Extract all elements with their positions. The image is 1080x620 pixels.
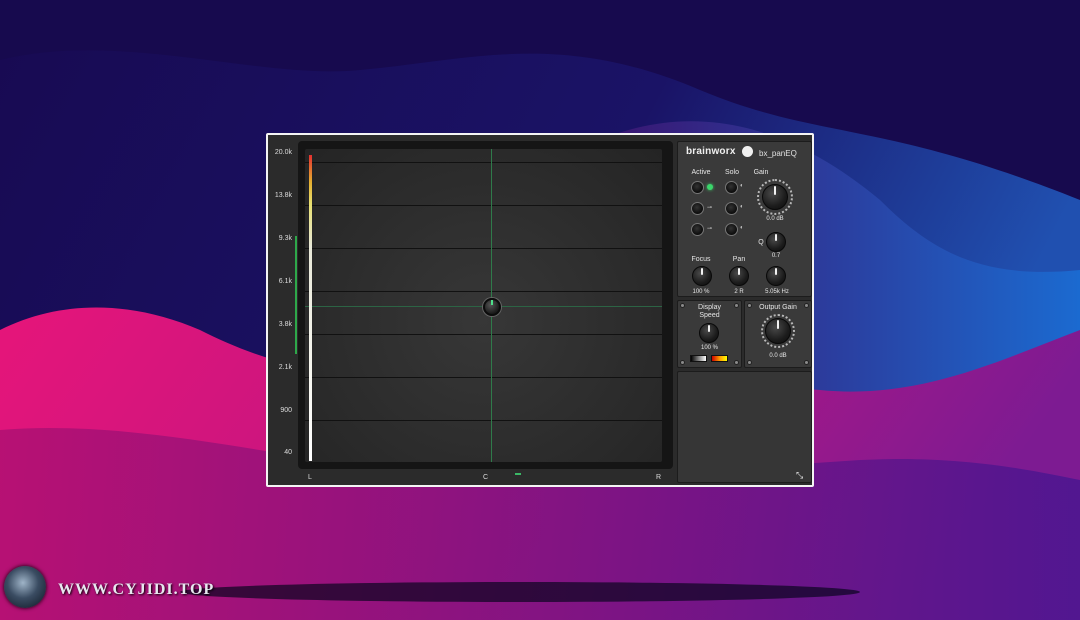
screw (734, 360, 739, 365)
link-icon: ⊸ (707, 226, 713, 232)
active-label: Active (691, 169, 711, 176)
plugin-window: 20.0k 13.8k 9.3k 6.1k 3.8k 2.1k 900 40 L… (266, 133, 814, 487)
q-label: Q (758, 239, 764, 246)
headphone-icon: ◐ (740, 204, 744, 210)
pan-label-left: L (308, 474, 312, 481)
display-speed-value: 100 % (700, 345, 718, 351)
grid-line (305, 162, 662, 163)
band-controls-panel: brainworx bx_panEQ Active Solo Gain ⊸ ⊸ … (677, 141, 812, 297)
focus-label: Focus (691, 256, 711, 263)
headphone-icon: ◐ (740, 225, 744, 231)
screw (747, 360, 752, 365)
grid-line (305, 291, 662, 292)
active-led (707, 184, 713, 190)
eq-field[interactable] (305, 149, 662, 462)
gain-knob[interactable] (762, 184, 788, 210)
output-gain-panel: Output Gain 0.0 dB (744, 300, 812, 368)
band1-solo-button[interactable] (725, 181, 738, 194)
band1-active-button[interactable] (691, 181, 704, 194)
frequency-knob[interactable] (766, 266, 786, 286)
q-knob[interactable] (766, 232, 786, 252)
brand-name: brainworx (686, 146, 736, 157)
freq-label: 20.0k (274, 149, 292, 156)
empty-panel-area (677, 371, 812, 483)
gain-value: 0.0 dB (766, 216, 784, 222)
focus-value: 100 % (692, 289, 710, 295)
display-label: Display (698, 304, 721, 311)
headphone-icon: ◐ (740, 183, 744, 189)
heat-color-scheme-button[interactable] (711, 355, 728, 362)
band2-solo-button[interactable] (725, 202, 738, 215)
freq-label: 40 (284, 449, 292, 456)
q-value: 0.7 (771, 253, 781, 259)
brainworx-logo-icon (742, 146, 753, 157)
screw (804, 360, 809, 365)
band3-solo-button[interactable] (725, 223, 738, 236)
freq-label: 6.1k (278, 278, 292, 285)
product-name: bx_panEQ (759, 149, 797, 158)
solo-label: Solo (724, 169, 739, 176)
grid-line (305, 420, 662, 421)
mono-color-scheme-button[interactable] (690, 355, 707, 362)
grid-line (305, 205, 662, 206)
freq-label: 2.1k (278, 364, 292, 371)
freq-label: 9.3k (278, 235, 292, 242)
focus-knob[interactable] (692, 266, 712, 286)
pan-frequency-display[interactable] (298, 141, 673, 475)
grid-line (305, 334, 662, 335)
freq-label: 900 (280, 407, 292, 414)
display-speed-panel: Display Speed 100 % (677, 300, 742, 368)
freq-label: 13.8k (274, 192, 292, 199)
output-gain-label: Output Gain (759, 304, 797, 311)
screw (680, 360, 685, 365)
freq-label: 3.8k (278, 321, 292, 328)
center-marker (515, 473, 521, 475)
resize-arrows-icon[interactable]: ⤡ (796, 471, 805, 480)
pan-label: Pan (732, 256, 746, 263)
level-meter (309, 155, 312, 461)
link-icon: ⊸ (707, 205, 713, 211)
side-level-meter (295, 236, 297, 354)
output-gain-value: 0.0 dB (769, 353, 787, 359)
frequency-value: 5.05k Hz (765, 289, 789, 295)
watermark-text: WWW.CYJIDI.TOP (58, 581, 215, 598)
grid-line (305, 248, 662, 249)
speed-label: Speed (699, 312, 720, 319)
band3-active-button[interactable] (691, 223, 704, 236)
pan-label-right: R (656, 474, 662, 481)
band2-active-button[interactable] (691, 202, 704, 215)
eq-band-handle[interactable] (483, 298, 501, 316)
output-gain-knob[interactable] (765, 318, 791, 344)
pan-label-center: C (483, 474, 489, 481)
gain-label: Gain (753, 169, 769, 176)
display-speed-knob[interactable] (699, 323, 719, 343)
grid-line (305, 377, 662, 378)
pan-knob[interactable] (729, 266, 749, 286)
pan-value: 2 R (734, 289, 744, 295)
watermark: WWW.CYJIDI.TOP (2, 564, 242, 614)
spiky-sphere-logo-icon (4, 566, 46, 608)
